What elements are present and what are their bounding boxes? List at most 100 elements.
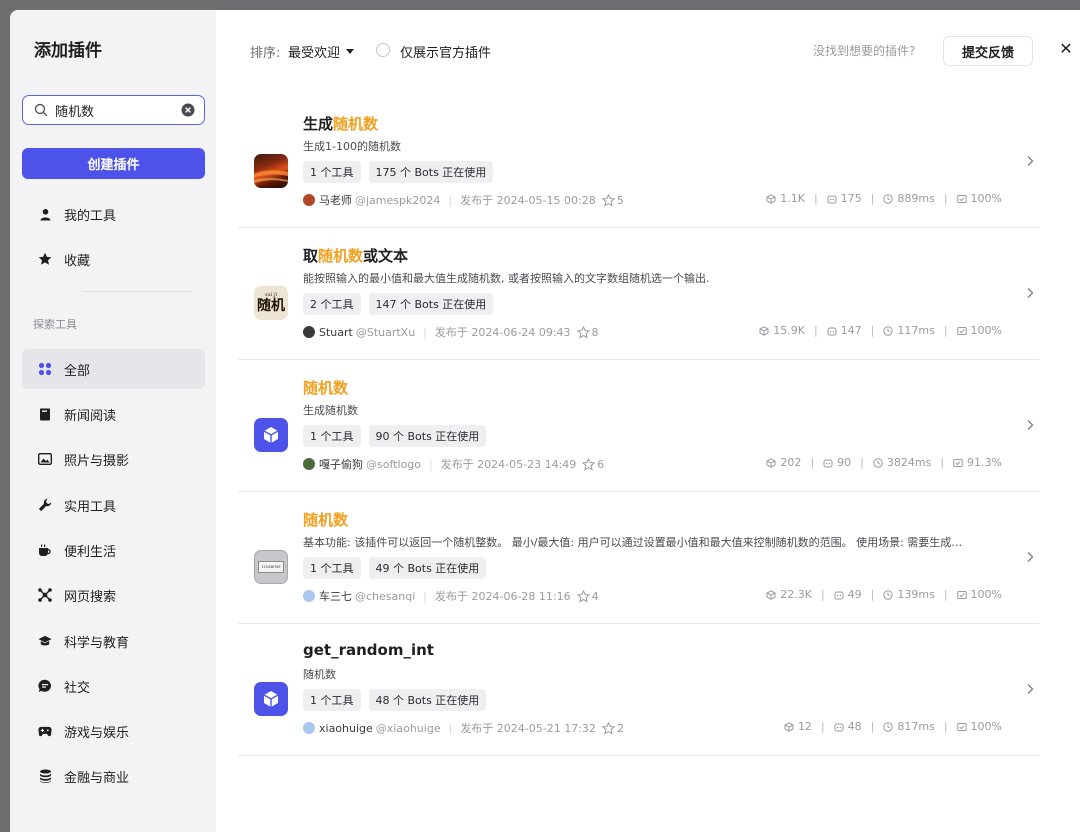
sidebar-item-social[interactable]: 社交 [22,666,205,706]
plugin-tags: 1 个工具 48 个 Bots 正在使用 [303,689,487,711]
sidebar-item-utilities[interactable]: 实用工具 [22,485,205,525]
success-rate-icon [956,722,967,731]
sidebar-item-label: 实用工具 [64,499,117,515]
success-stat: 100% [956,720,1002,733]
create-plugin-button[interactable]: 创建插件 [22,148,205,179]
plugin-stats: 1.1K | 175 | 889ms | 100% [766,192,1002,205]
plugin-card[interactable]: 生成随机数 生成1-100的随机数 1 个工具 175 个 Bots 正在使用 … [238,96,1039,228]
star-outline-icon[interactable] [601,193,615,207]
sidebar-item-all[interactable]: 全部 [22,349,205,389]
official-only-label[interactable]: 仅展示官方插件 [400,42,491,61]
sidebar-item-favorites[interactable]: 收藏 [22,239,205,279]
publish-date: 发布于 2024-05-23 14:49 [440,458,577,471]
dialog-title: 添加插件 [34,41,102,61]
sidebar-item-games[interactable]: 游戏与娱乐 [22,711,205,751]
chevron-down-icon [346,49,355,54]
author-name[interactable]: Stuart [319,326,353,339]
sidebar-item-label: 照片与摄影 [64,453,130,469]
author-name[interactable]: xiaohuige [319,722,373,735]
sidebar-item-education[interactable]: 科学与教育 [22,621,205,661]
title-text: get_random_int [303,641,434,659]
plugin-meta: 嘎子偷狗 @softlogo | 发布于 2024-05-23 14:49 6 [303,456,604,472]
calls-value: 12 [797,720,812,733]
title-highlight: 随机数 [303,379,349,397]
plugin-card[interactable]: 123456789 随机数 基本功能: 该插件可以返回一个随机整数。 最小/最大… [238,492,1039,624]
star-outline-icon[interactable] [576,589,590,603]
star-outline-icon[interactable] [582,457,596,471]
divider: | [870,720,875,733]
wrench-icon [38,498,52,512]
bots-count-badge: 90 个 Bots 正在使用 [368,425,487,447]
success-value: 100% [970,324,1002,337]
cube-icon [254,418,288,452]
avatar [303,590,315,602]
search-box[interactable] [22,95,205,125]
search-icon [33,102,49,118]
divider: | [423,325,427,339]
plugin-description: 随机数 [303,668,336,681]
plugin-description: 生成1-100的随机数 [303,140,401,153]
calls-stat: 15.9K [759,324,805,337]
publish-date: 发布于 2024-05-15 00:28 [460,194,596,207]
star-outline-icon[interactable] [601,721,615,735]
tools-count-badge: 1 个工具 [303,425,361,447]
sidebar: 添加插件 创建插件 我的工具 收藏 探索工具 [10,10,216,832]
bots-count-badge: 48 个 Bots 正在使用 [368,689,487,711]
title-text: 生成 [303,115,334,133]
bot-icon [823,459,833,467]
sidebar-item-label: 全部 [64,363,91,379]
plugin-card[interactable]: get_random_int 随机数 1 个工具 48 个 Bots 正在使用 … [238,624,1039,756]
sidebar-item-lifestyle[interactable]: 便利生活 [22,530,205,570]
icon-text: 随机 [257,298,285,314]
display-icon: 123456789 [254,550,288,584]
plugin-meta: xiaohuige @xiaohuige | 发布于 2024-05-21 17… [303,720,624,736]
sort-dropdown[interactable]: 最受欢迎 [288,42,355,61]
clear-search-icon[interactable] [180,102,196,118]
chat-icon [38,679,52,693]
chevron-right-icon[interactable] [1023,418,1037,432]
submit-feedback-button[interactable]: 提交反馈 [943,36,1033,66]
calls-value: 15.9K [773,324,805,337]
sidebar-item-finance[interactable]: 金融与商业 [22,756,205,796]
chevron-right-icon[interactable] [1023,286,1037,300]
chevron-right-icon[interactable] [1023,682,1037,696]
title-text: 取 [303,247,319,265]
sidebar-item-photo[interactable]: 照片与摄影 [22,439,205,479]
author-name[interactable]: 车三七 [319,588,352,604]
search-input[interactable] [55,102,180,118]
plugin-card[interactable]: suí jī 随机 取随机数或文本 能按照输入的最小值和最大值生成随机数, 或者… [238,228,1039,360]
latency-stat: 3824ms [873,456,931,469]
chevron-right-icon[interactable] [1023,550,1037,564]
author-name[interactable]: 嘎子偷狗 [319,456,363,472]
clock-icon [883,193,894,204]
clock-icon [883,325,894,336]
bots-stat: 175 [827,192,862,205]
success-stat: 100% [956,192,1002,205]
toolbar: 排序: 最受欢迎 仅展示官方插件 没找到想要的插件? 提交反馈 ✕ [216,36,1080,66]
success-stat: 100% [956,324,1002,337]
sidebar-item-my-tools[interactable]: 我的工具 [22,194,205,234]
latency-value: 117ms [897,324,935,337]
suiji-text-icon: suí jī 随机 [254,286,288,320]
star-outline-icon[interactable] [576,325,590,339]
author-name[interactable]: 马老师 [319,192,352,208]
sidebar-item-web-search[interactable]: 网页搜索 [22,575,205,615]
latency-stat: 139ms [883,588,935,601]
sidebar-item-news[interactable]: 新闻阅读 [22,394,205,434]
sidebar-item-label: 金融与商业 [64,770,130,786]
plugin-card[interactable]: 随机数 生成随机数 1 个工具 90 个 Bots 正在使用 嘎子偷狗 @sof… [238,360,1039,492]
divider: | [870,324,875,337]
divider: | [813,192,818,205]
sidebar-item-label: 我的工具 [64,208,117,224]
author-handle: @chesanqi [355,589,416,603]
official-only-radio[interactable] [376,43,390,57]
chevron-right-icon[interactable] [1023,154,1037,168]
sidebar-item-label: 科学与教育 [64,635,130,651]
success-rate-icon [956,590,967,599]
book-icon [38,407,52,421]
close-icon[interactable]: ✕ [1056,38,1076,58]
sidebar-item-label: 社交 [64,680,91,696]
sidebar-item-label: 便利生活 [64,544,117,560]
plugin-tags: 2 个工具 147 个 Bots 正在使用 [303,293,494,315]
calls-stat: 22.3K [766,588,812,601]
